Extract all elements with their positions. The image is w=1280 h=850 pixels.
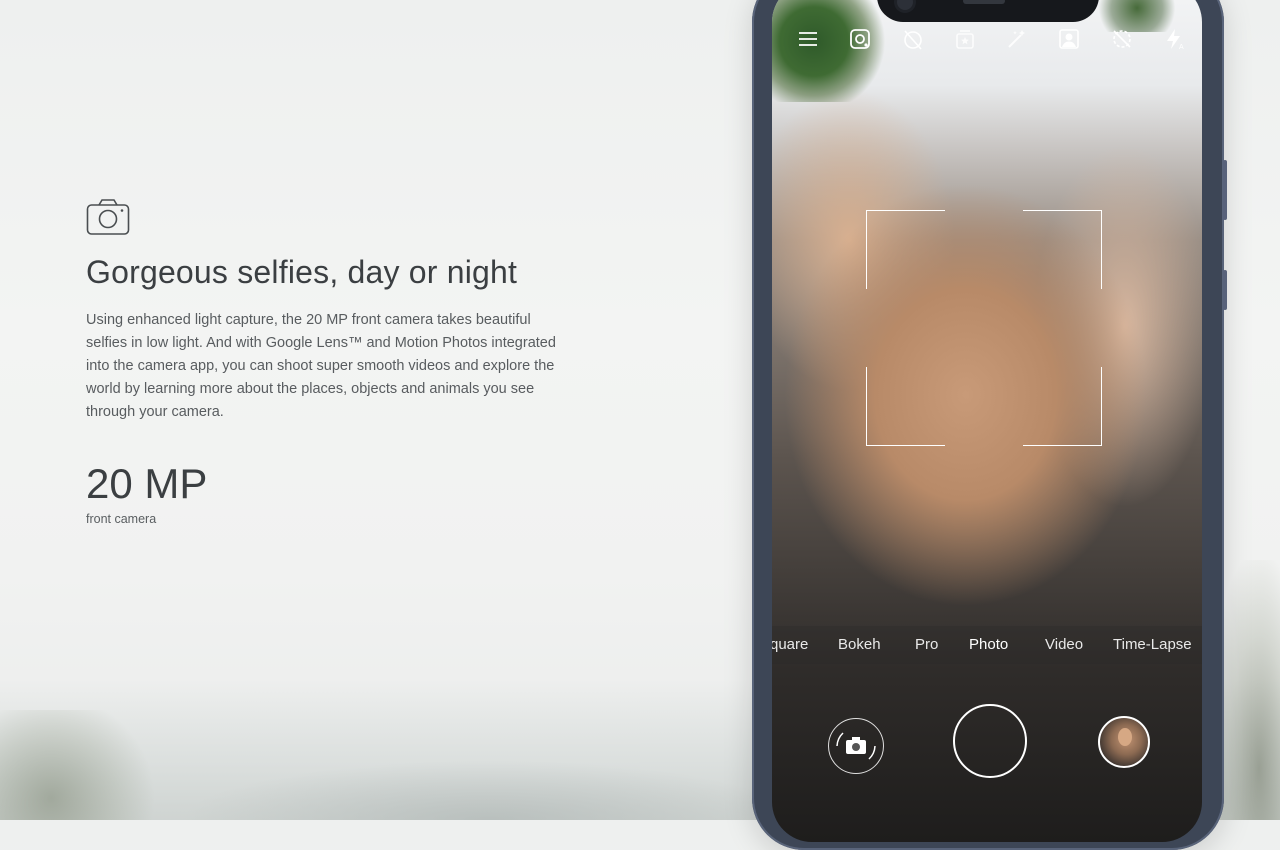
power-button [1223,270,1227,310]
svg-text:A: A [1179,44,1184,51]
shutter-button[interactable] [953,704,1027,778]
face-detection-frame [866,210,1102,446]
background-bush-left [0,710,170,820]
gallery-thumbnail[interactable] [1098,716,1150,768]
camera-toolbar: A [772,14,1202,64]
motion-photo-off-icon[interactable] [1108,25,1136,53]
background-hills [180,760,800,820]
stat-value: 20 MP [86,460,208,507]
menu-icon[interactable] [794,25,822,53]
mode-video[interactable]: Video [1045,636,1083,653]
switch-camera-icon [836,732,876,760]
mode-square[interactable]: quare [772,636,808,653]
timer-off-icon[interactable] [899,25,927,53]
front-camera-lens [897,0,913,10]
feature-title: Gorgeous selfies, day or night [86,254,518,290]
mode-pro[interactable]: Pro [915,636,938,653]
camera-viewfinder[interactable]: A quare Bokeh Pro Photo Video Time-Lapse [772,0,1202,842]
google-lens-icon[interactable] [846,25,874,53]
feature-description: Using enhanced light capture, the 20 MP … [86,312,556,420]
mode-bokeh[interactable]: Bokeh [838,636,881,653]
switch-camera-button[interactable] [828,718,884,774]
camera-icon [86,199,130,235]
flash-auto-icon[interactable]: A [1160,25,1188,53]
thumbnail-face [1118,728,1132,746]
earpiece-speaker [963,0,1005,4]
portrait-icon[interactable] [1055,25,1083,53]
phone-device: A quare Bokeh Pro Photo Video Time-Lapse [752,0,1227,850]
feature-section: Gorgeous selfies, day or night Using enh… [86,198,566,526]
capture-controls [772,702,1202,792]
sticker-icon[interactable] [951,25,979,53]
stat-label: front camera [86,512,157,526]
mode-time-lapse[interactable]: Time-Lapse [1113,636,1192,653]
mode-photo[interactable]: Photo [969,636,1008,653]
mode-selector: quare Bokeh Pro Photo Video Time-Lapse [772,626,1202,664]
volume-button [1223,160,1227,220]
beautify-icon[interactable] [1003,25,1031,53]
